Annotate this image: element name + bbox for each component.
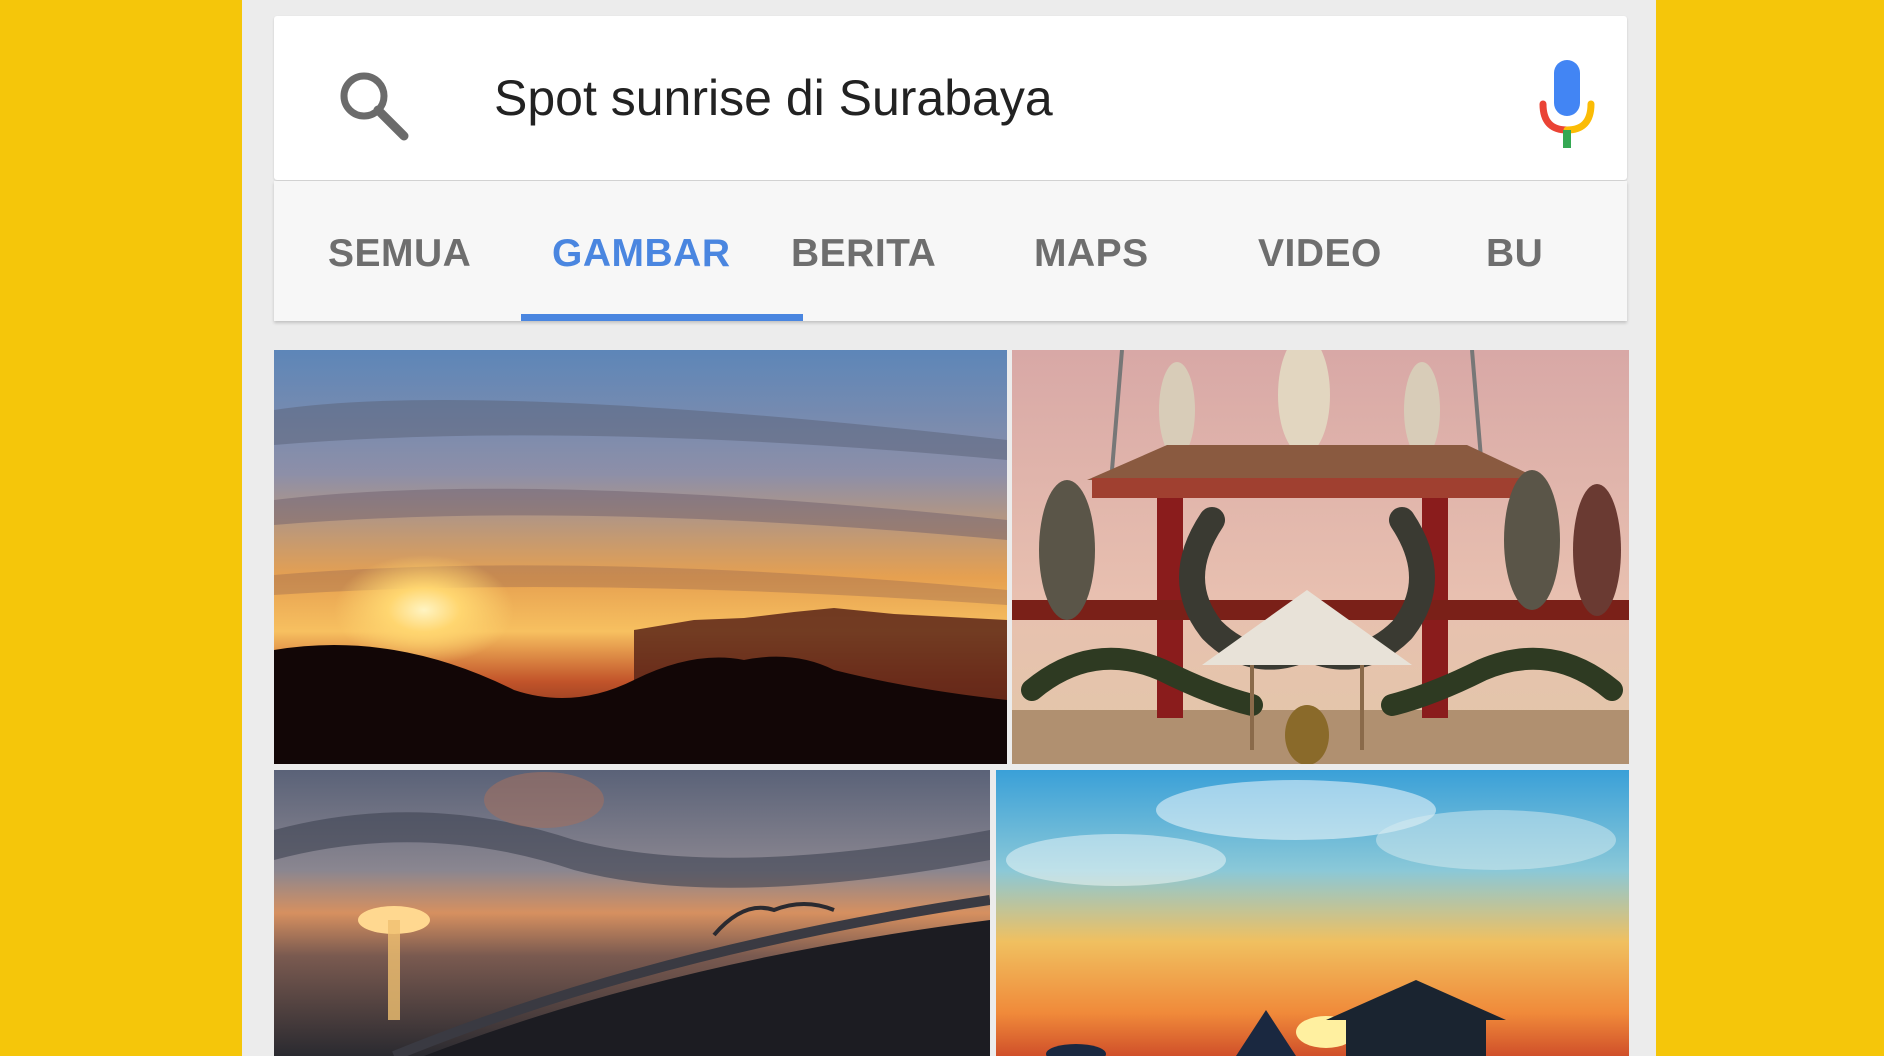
tab-buku[interactable]: BU	[1486, 181, 1543, 321]
microphone-icon[interactable]	[1536, 58, 1598, 154]
phone-screen: Spot sunrise di Surabaya SEMUA GAMBAR BE…	[242, 0, 1656, 1056]
temple-gate-image[interactable]	[1012, 350, 1629, 764]
sunset-mountain-image[interactable]	[274, 350, 1007, 764]
active-tab-indicator	[521, 314, 803, 321]
sunset-bridge-image[interactable]	[274, 770, 990, 1056]
search-query-text[interactable]: Spot sunrise di Surabaya	[494, 16, 1053, 180]
tab-gambar[interactable]: GAMBAR	[552, 181, 730, 321]
search-tabs: SEMUA GAMBAR BERITA MAPS VIDEO BU	[274, 181, 1627, 321]
beach-sunset-image[interactable]	[996, 770, 1629, 1056]
search-icon[interactable]	[334, 66, 414, 146]
search-bar[interactable]: Spot sunrise di Surabaya	[274, 16, 1627, 180]
tab-maps[interactable]: MAPS	[1034, 181, 1149, 321]
tab-semua[interactable]: SEMUA	[328, 181, 471, 321]
tab-video[interactable]: VIDEO	[1258, 181, 1382, 321]
tab-berita[interactable]: BERITA	[791, 181, 936, 321]
